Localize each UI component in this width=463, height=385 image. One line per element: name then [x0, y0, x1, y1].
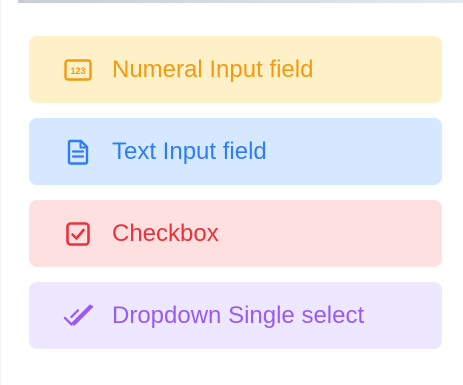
double-check-icon	[63, 301, 93, 331]
top-divider	[18, 0, 463, 3]
field-type-numeral-input[interactable]: 123 Numeral Input field	[29, 36, 442, 103]
left-divider	[0, 0, 1, 385]
field-type-label: Text Input field	[112, 137, 267, 165]
field-type-checkbox[interactable]: Checkbox	[29, 200, 442, 267]
field-type-label: Numeral Input field	[112, 55, 314, 83]
checkbox-checked-icon	[63, 219, 93, 249]
field-type-dropdown-single[interactable]: Dropdown Single select	[29, 282, 442, 349]
field-type-picker: 123 Numeral Input field Text Input field	[0, 0, 463, 385]
svg-text:123: 123	[70, 66, 85, 76]
field-type-list: 123 Numeral Input field Text Input field	[29, 36, 442, 364]
field-type-label: Dropdown Single select	[112, 301, 365, 329]
field-type-label: Checkbox	[112, 219, 219, 247]
field-type-text-input[interactable]: Text Input field	[29, 118, 442, 185]
numeral-123-icon: 123	[63, 55, 93, 85]
document-text-icon	[63, 137, 93, 167]
